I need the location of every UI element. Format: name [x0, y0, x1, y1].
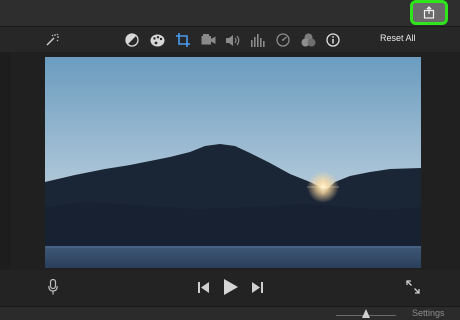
color-balance-icon[interactable] — [123, 31, 141, 49]
volume-icon[interactable] — [224, 31, 242, 49]
speedometer-icon[interactable] — [274, 31, 292, 49]
share-icon — [423, 6, 435, 19]
settings-button[interactable]: Settings — [412, 308, 445, 318]
imovie-window: Reset All Settings — [0, 0, 460, 320]
playback-controls — [0, 270, 460, 306]
share-button[interactable] — [410, 0, 448, 25]
equalizer-icon[interactable] — [249, 31, 267, 49]
info-icon[interactable] — [324, 31, 342, 49]
filters-icon[interactable] — [299, 31, 317, 49]
camera-icon[interactable] — [199, 31, 217, 49]
top-bar — [0, 0, 460, 27]
reset-all-button[interactable]: Reset All — [380, 33, 416, 43]
fullscreen-icon[interactable] — [404, 278, 422, 296]
zoom-slider-thumb[interactable] — [362, 309, 370, 318]
skip-forward-icon[interactable] — [249, 279, 265, 295]
palette-icon[interactable] — [148, 31, 166, 49]
microphone-icon[interactable] — [45, 278, 61, 296]
magic-wand-icon[interactable] — [43, 31, 61, 49]
crop-icon[interactable] — [174, 31, 192, 49]
skip-back-icon[interactable] — [196, 279, 212, 295]
bottom-bar — [0, 306, 460, 320]
video-preview — [45, 57, 421, 268]
play-icon[interactable] — [221, 276, 241, 298]
